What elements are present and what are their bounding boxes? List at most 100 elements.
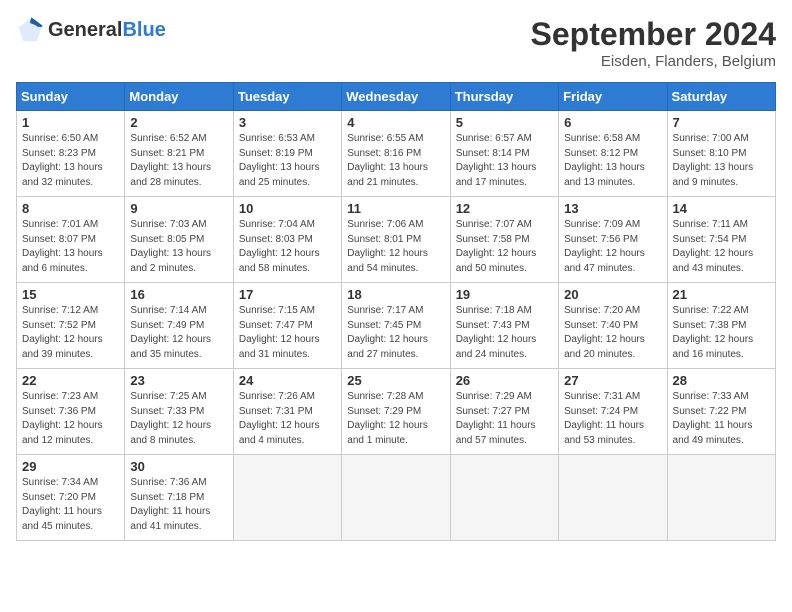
table-row (233, 455, 341, 541)
day-number: 16 (130, 287, 227, 302)
table-row: 24 Sunrise: 7:26 AM Sunset: 7:31 PM Dayli… (233, 369, 341, 455)
day-info: Sunrise: 7:06 AM Sunset: 8:01 PM Dayligh… (347, 218, 444, 276)
day-number: 5 (456, 115, 553, 130)
table-row (667, 455, 775, 541)
table-row: 10 Sunrise: 7:04 AM Sunset: 8:03 PM Dayli… (233, 197, 341, 283)
table-row: 27 Sunrise: 7:31 AM Sunset: 7:24 PM Dayli… (559, 369, 667, 455)
day-number: 29 (22, 459, 119, 474)
day-info: Sunrise: 7:11 AM Sunset: 7:54 PM Dayligh… (673, 218, 770, 276)
day-number: 30 (130, 459, 227, 474)
day-info: Sunrise: 6:57 AM Sunset: 8:14 PM Dayligh… (456, 132, 553, 190)
day-info: Sunrise: 7:15 AM Sunset: 7:47 PM Dayligh… (239, 304, 336, 362)
col-wednesday: Wednesday (342, 83, 450, 111)
day-number: 9 (130, 201, 227, 216)
table-row (342, 455, 450, 541)
day-number: 25 (347, 373, 444, 388)
day-info: Sunrise: 7:09 AM Sunset: 7:56 PM Dayligh… (564, 218, 661, 276)
table-row: 1 Sunrise: 6:50 AM Sunset: 8:23 PM Daylig… (17, 111, 125, 197)
page-header: GeneralBlue September 2024 Eisden, Fland… (16, 16, 776, 70)
day-info: Sunrise: 7:20 AM Sunset: 7:40 PM Dayligh… (564, 304, 661, 362)
day-number: 6 (564, 115, 661, 130)
table-row: 8 Sunrise: 7:01 AM Sunset: 8:07 PM Daylig… (17, 197, 125, 283)
table-row: 19 Sunrise: 7:18 AM Sunset: 7:43 PM Dayli… (450, 283, 558, 369)
table-row: 15 Sunrise: 7:12 AM Sunset: 7:52 PM Dayli… (17, 283, 125, 369)
day-number: 28 (673, 373, 770, 388)
table-row: 21 Sunrise: 7:22 AM Sunset: 7:38 PM Dayli… (667, 283, 775, 369)
day-info: Sunrise: 7:31 AM Sunset: 7:24 PM Dayligh… (564, 390, 661, 448)
day-number: 19 (456, 287, 553, 302)
day-number: 7 (673, 115, 770, 130)
location: Eisden, Flanders, Belgium (531, 53, 776, 70)
day-number: 22 (22, 373, 119, 388)
logo-text: GeneralBlue (48, 19, 166, 41)
day-number: 24 (239, 373, 336, 388)
table-row: 16 Sunrise: 7:14 AM Sunset: 7:49 PM Dayli… (125, 283, 233, 369)
table-row: 28 Sunrise: 7:33 AM Sunset: 7:22 PM Dayli… (667, 369, 775, 455)
day-info: Sunrise: 6:53 AM Sunset: 8:19 PM Dayligh… (239, 132, 336, 190)
day-number: 21 (673, 287, 770, 302)
day-info: Sunrise: 7:22 AM Sunset: 7:38 PM Dayligh… (673, 304, 770, 362)
day-info: Sunrise: 6:55 AM Sunset: 8:16 PM Dayligh… (347, 132, 444, 190)
day-info: Sunrise: 7:28 AM Sunset: 7:29 PM Dayligh… (347, 390, 444, 448)
calendar-table: Sunday Monday Tuesday Wednesday Thursday… (16, 82, 776, 541)
day-info: Sunrise: 7:33 AM Sunset: 7:22 PM Dayligh… (673, 390, 770, 448)
day-number: 10 (239, 201, 336, 216)
calendar-header-row: Sunday Monday Tuesday Wednesday Thursday… (17, 83, 776, 111)
table-row: 26 Sunrise: 7:29 AM Sunset: 7:27 PM Dayli… (450, 369, 558, 455)
table-row: 4 Sunrise: 6:55 AM Sunset: 8:16 PM Daylig… (342, 111, 450, 197)
day-info: Sunrise: 6:58 AM Sunset: 8:12 PM Dayligh… (564, 132, 661, 190)
col-friday: Friday (559, 83, 667, 111)
day-info: Sunrise: 7:12 AM Sunset: 7:52 PM Dayligh… (22, 304, 119, 362)
day-number: 17 (239, 287, 336, 302)
col-monday: Monday (125, 83, 233, 111)
table-row: 18Sunrise: 7:17 AM Sunset: 7:45 PM Dayli… (342, 283, 450, 369)
table-row: 9 Sunrise: 7:03 AM Sunset: 8:05 PM Daylig… (125, 197, 233, 283)
day-number: 13 (564, 201, 661, 216)
day-number: 26 (456, 373, 553, 388)
day-number: 27 (564, 373, 661, 388)
table-row (450, 455, 558, 541)
day-number: 2 (130, 115, 227, 130)
table-row: 25 Sunrise: 7:28 AM Sunset: 7:29 PM Dayli… (342, 369, 450, 455)
table-row: 5 Sunrise: 6:57 AM Sunset: 8:14 PM Daylig… (450, 111, 558, 197)
table-row: 6 Sunrise: 6:58 AM Sunset: 8:12 PM Daylig… (559, 111, 667, 197)
day-info: Sunrise: 7:29 AM Sunset: 7:27 PM Dayligh… (456, 390, 553, 448)
table-row: 23 Sunrise: 7:25 AM Sunset: 7:33 PM Dayli… (125, 369, 233, 455)
table-row: 14 Sunrise: 7:11 AM Sunset: 7:54 PM Dayli… (667, 197, 775, 283)
table-row: 13 Sunrise: 7:09 AM Sunset: 7:56 PM Dayli… (559, 197, 667, 283)
day-info: Sunrise: 7:17 AM Sunset: 7:45 PM Dayligh… (347, 304, 444, 362)
month-year: September 2024 (531, 16, 776, 53)
logo-icon (16, 16, 44, 44)
table-row: 7 Sunrise: 7:00 AM Sunset: 8:10 PM Daylig… (667, 111, 775, 197)
day-number: 20 (564, 287, 661, 302)
day-info: Sunrise: 7:18 AM Sunset: 7:43 PM Dayligh… (456, 304, 553, 362)
logo: GeneralBlue (16, 16, 166, 44)
day-number: 1 (22, 115, 119, 130)
day-number: 23 (130, 373, 227, 388)
table-row: 22 Sunrise: 7:23 AM Sunset: 7:36 PM Dayli… (17, 369, 125, 455)
day-number: 14 (673, 201, 770, 216)
day-number: 15 (22, 287, 119, 302)
col-saturday: Saturday (667, 83, 775, 111)
day-info: Sunrise: 6:52 AM Sunset: 8:21 PM Dayligh… (130, 132, 227, 190)
day-info: Sunrise: 7:03 AM Sunset: 8:05 PM Dayligh… (130, 218, 227, 276)
day-info: Sunrise: 7:36 AM Sunset: 7:18 PM Dayligh… (130, 476, 227, 534)
col-thursday: Thursday (450, 83, 558, 111)
day-info: Sunrise: 7:01 AM Sunset: 8:07 PM Dayligh… (22, 218, 119, 276)
day-info: Sunrise: 7:23 AM Sunset: 7:36 PM Dayligh… (22, 390, 119, 448)
day-info: Sunrise: 7:26 AM Sunset: 7:31 PM Dayligh… (239, 390, 336, 448)
day-info: Sunrise: 7:14 AM Sunset: 7:49 PM Dayligh… (130, 304, 227, 362)
day-number: 8 (22, 201, 119, 216)
col-sunday: Sunday (17, 83, 125, 111)
day-number: 3 (239, 115, 336, 130)
table-row: 3 Sunrise: 6:53 AM Sunset: 8:19 PM Daylig… (233, 111, 341, 197)
table-row: 2 Sunrise: 6:52 AM Sunset: 8:21 PM Daylig… (125, 111, 233, 197)
table-row: 29Sunrise: 7:34 AM Sunset: 7:20 PM Dayli… (17, 455, 125, 541)
day-info: Sunrise: 7:04 AM Sunset: 8:03 PM Dayligh… (239, 218, 336, 276)
day-info: Sunrise: 7:25 AM Sunset: 7:33 PM Dayligh… (130, 390, 227, 448)
day-info: Sunrise: 6:50 AM Sunset: 8:23 PM Dayligh… (22, 132, 119, 190)
day-number: 4 (347, 115, 444, 130)
table-row (559, 455, 667, 541)
day-info: Sunrise: 7:00 AM Sunset: 8:10 PM Dayligh… (673, 132, 770, 190)
table-row: 30 Sunrise: 7:36 AM Sunset: 7:18 PM Dayli… (125, 455, 233, 541)
